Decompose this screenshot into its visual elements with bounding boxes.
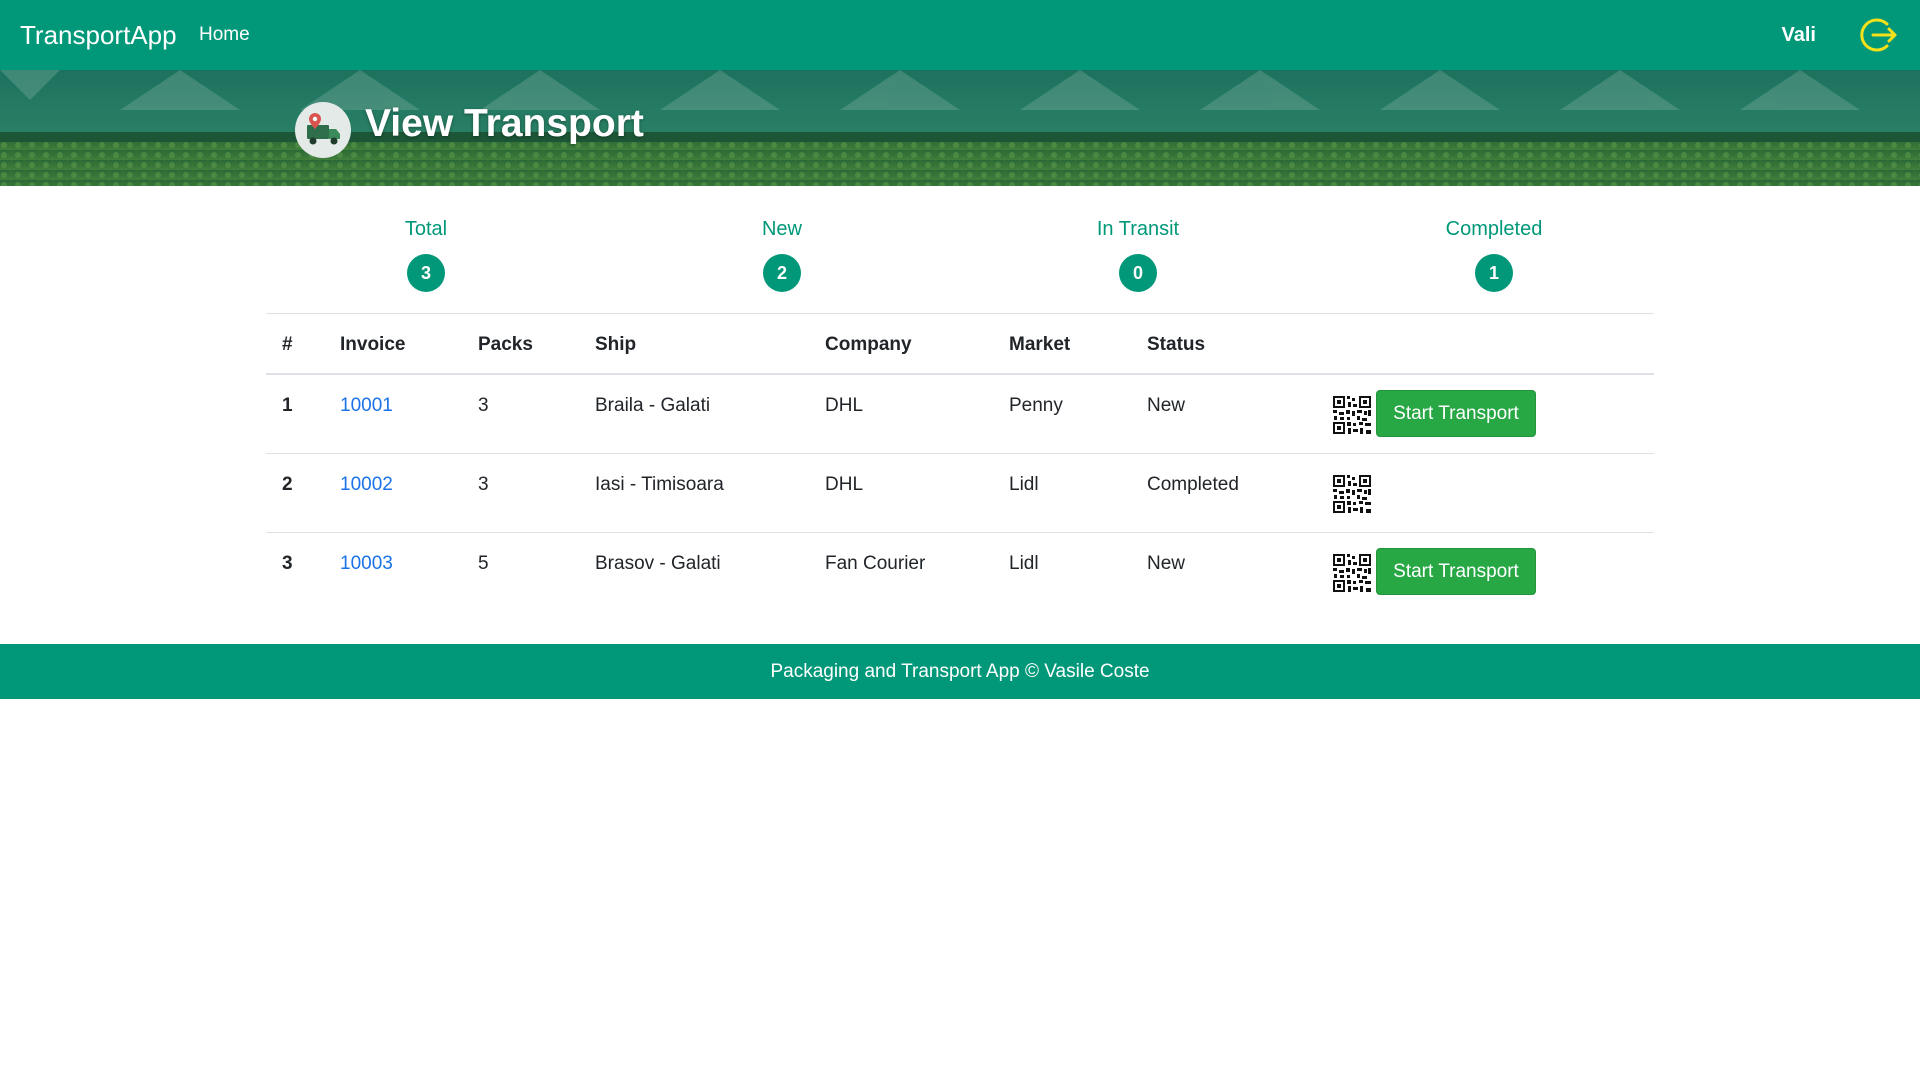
field-background-image: [0, 70, 1920, 186]
company-cell: Fan Courier: [825, 553, 926, 574]
table-row: 2 10002 3 Iasi - Timisoara DHL Lidl Comp…: [266, 454, 1654, 533]
column-header-status: Status: [1147, 334, 1206, 355]
row-number: 2: [282, 474, 293, 495]
transport-table: # Invoice Packs Ship Company Market Stat…: [266, 314, 1654, 612]
status-cell: Completed: [1147, 474, 1239, 495]
start-transport-button[interactable]: Start Transport: [1376, 548, 1536, 595]
packs-cell: 3: [478, 395, 489, 416]
row-number: 1: [282, 395, 293, 416]
market-cell: Lidl: [1009, 553, 1039, 574]
packs-cell: 3: [478, 474, 489, 495]
invoice-link[interactable]: 10002: [340, 474, 393, 496]
stat-new-label: New: [761, 218, 802, 240]
ship-cell: Braila - Galati: [595, 395, 711, 416]
row-number: 3: [282, 553, 293, 574]
company-cell: DHL: [825, 474, 864, 495]
market-cell: Lidl: [1009, 474, 1039, 495]
stat-completed-label: Completed: [1445, 218, 1543, 240]
company-cell: DHL: [825, 395, 864, 416]
packs-cell: 5: [478, 553, 489, 574]
start-transport-button[interactable]: Start Transport: [1376, 390, 1536, 437]
page-title: View Transport: [365, 102, 644, 145]
column-header-packs: Packs: [478, 334, 533, 355]
qr-code-icon[interactable]: [1332, 474, 1372, 514]
column-header-company: Company: [825, 334, 912, 355]
transport-stats: Total 3 New 2 In Transit 0 Completed 1: [266, 186, 1654, 314]
ship-cell: Brasov - Galati: [595, 553, 721, 574]
stat-total: Total 3: [346, 218, 506, 292]
navbar: TransportApp Home Vali: [0, 0, 1920, 70]
table-row: 3 10003 5 Brasov - Galati Fan Courier Li…: [266, 533, 1654, 612]
table-row: 1 10001 3 Braila - Galati DHL Penny New …: [266, 375, 1654, 454]
brand-link[interactable]: TransportApp: [20, 20, 177, 51]
stat-completed: Completed 1: [1414, 218, 1574, 292]
status-cell: New: [1147, 553, 1186, 574]
footer-text: Packaging and Transport App © Vasile Cos…: [770, 660, 1150, 682]
column-header-number: #: [282, 334, 293, 355]
stat-in-transit-label: In Transit: [1096, 218, 1180, 240]
page-banner: View Transport: [0, 70, 1920, 186]
delivery-truck-icon: [295, 102, 351, 158]
column-header-ship: Ship: [595, 334, 637, 355]
market-cell: Penny: [1009, 395, 1063, 416]
column-header-market: Market: [1009, 334, 1071, 355]
logout-icon[interactable]: [1860, 15, 1900, 55]
nav-home-link[interactable]: Home: [199, 24, 250, 46]
stat-total-count: 3: [407, 254, 445, 292]
status-cell: New: [1147, 395, 1186, 416]
stat-new-count: 2: [763, 254, 801, 292]
stat-new: New 2: [702, 218, 862, 292]
invoice-link[interactable]: 10001: [340, 395, 393, 417]
qr-code-icon[interactable]: [1332, 553, 1372, 593]
stat-total-label: Total: [404, 218, 448, 240]
invoice-link[interactable]: 10003: [340, 553, 393, 575]
user-name: Vali: [1781, 24, 1816, 46]
column-header-invoice: Invoice: [340, 334, 406, 355]
table-header-row: # Invoice Packs Ship Company Market Stat…: [266, 314, 1654, 375]
qr-code-icon[interactable]: [1332, 395, 1372, 435]
stat-completed-count: 1: [1475, 254, 1513, 292]
stat-in-transit-count: 0: [1119, 254, 1157, 292]
footer: Packaging and Transport App © Vasile Cos…: [0, 644, 1920, 699]
ship-cell: Iasi - Timisoara: [595, 474, 724, 495]
stat-in-transit: In Transit 0: [1058, 218, 1218, 292]
